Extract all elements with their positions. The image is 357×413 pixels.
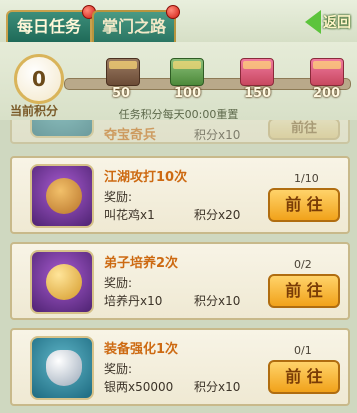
task-title: 夺宝奇兵 [104,128,157,143]
go-button[interactable]: 前往 [268,120,340,140]
top-tab-bar: 每日任务 掌门之路 返回 [0,0,357,42]
golden-pearl-icon [46,264,82,300]
silver-ingot-icon [46,350,82,386]
task-points: 积分x10 [194,380,241,394]
tab-daily-tasks-label: 每日任务 [16,17,81,36]
roast-chicken-icon [46,178,82,214]
notification-dot-icon [166,5,180,19]
score-progress-panel: 0 当前积分 50 100 150 200 任务积分每天00:00重置 [0,42,357,121]
task-item: 弟子培养2次 奖励: 培养丹x10 积分x10 0/2 前 往 [10,242,350,320]
milestone-label: 100 [174,86,202,101]
current-score-value: 0 [32,67,46,91]
task-points: 积分x20 [194,208,241,222]
go-button[interactable]: 前 往 [268,188,340,222]
task-list[interactable]: 夺宝奇兵 积分x10 前往 江湖攻打10次 奖励: 叫花鸡x1 积分x20 1/… [10,120,350,413]
milestone-label: 50 [112,86,131,101]
reward-item: 银两x50000 [104,380,174,394]
reward-chest-100-icon[interactable] [170,58,204,86]
back-arrow-icon [305,10,321,34]
reward-label: 奖励: [104,362,133,376]
back-button-label: 返回 [323,15,351,31]
milestone-label: 200 [313,86,341,101]
task-title: 江湖攻打10次 [104,170,188,185]
tab-master-road-label: 掌门之路 [101,17,166,36]
reward-label: 奖励: [104,190,133,204]
reward-item: 叫花鸡x1 [104,208,155,222]
milestone-label: 150 [244,86,272,101]
go-button[interactable]: 前 往 [268,274,340,308]
task-progress: 1/10 [294,172,319,185]
reward-chest-200-icon[interactable] [310,58,344,86]
task-points: 积分x10 [194,128,241,142]
tab-daily-tasks[interactable]: 每日任务 [6,5,96,42]
reward-item: 培养丹x10 [104,294,163,308]
task-icon [30,164,94,228]
go-button[interactable]: 前 往 [268,360,340,394]
task-item: 夺宝奇兵 积分x10 前往 [10,120,350,144]
reward-chest-50-icon[interactable] [106,58,140,86]
task-icon [30,336,94,400]
reward-chest-150-icon[interactable] [240,58,274,86]
current-score-badge: 0 [14,54,64,104]
task-item: 江湖攻打10次 奖励: 叫花鸡x1 积分x20 1/10 前 往 [10,156,350,234]
task-title: 装备强化1次 [104,342,179,357]
tab-master-road[interactable]: 掌门之路 [92,5,180,42]
task-progress: 0/2 [294,258,312,271]
task-item: 装备强化1次 奖励: 银两x50000 积分x10 0/1 前 往 [10,328,350,406]
task-icon [30,120,94,138]
reward-label: 奖励: [104,276,133,290]
task-icon [30,250,94,314]
task-progress: 0/1 [294,344,312,357]
task-points: 积分x10 [194,294,241,308]
back-button[interactable]: 返回 [305,8,357,36]
task-title: 弟子培养2次 [104,256,179,271]
